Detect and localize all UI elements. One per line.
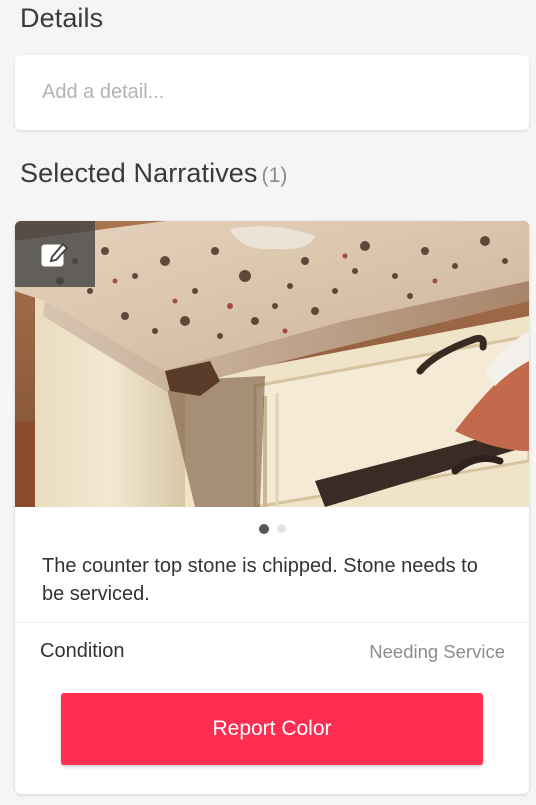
edit-narrative-button[interactable] bbox=[15, 221, 95, 287]
card-divider bbox=[15, 622, 529, 623]
narratives-count: (1) bbox=[261, 164, 288, 187]
condition-label: Condition bbox=[40, 640, 125, 662]
narrative-photo[interactable] bbox=[15, 221, 529, 507]
narrative-details-screen: Details Selected Narratives(1) bbox=[0, 0, 536, 805]
selected-narratives-title: Selected Narratives bbox=[20, 158, 258, 188]
photo-pager[interactable] bbox=[15, 524, 529, 534]
condition-value[interactable]: Needing Service bbox=[369, 641, 505, 663]
edit-icon bbox=[41, 242, 69, 267]
detail-input-container bbox=[15, 55, 529, 130]
details-heading: Details bbox=[20, 3, 104, 33]
report-color-button[interactable]: Report Color bbox=[61, 693, 483, 765]
pager-dot[interactable] bbox=[276, 524, 286, 533]
narrative-card: The counter top stone is chipped. Stone … bbox=[15, 221, 529, 794]
pager-dot-active[interactable] bbox=[258, 524, 269, 534]
selected-narratives-heading: Selected Narratives (1) bbox=[20, 158, 287, 189]
narrative-description: The counter top stone is chipped. Stone … bbox=[42, 555, 478, 605]
add-detail-input[interactable] bbox=[15, 55, 529, 130]
